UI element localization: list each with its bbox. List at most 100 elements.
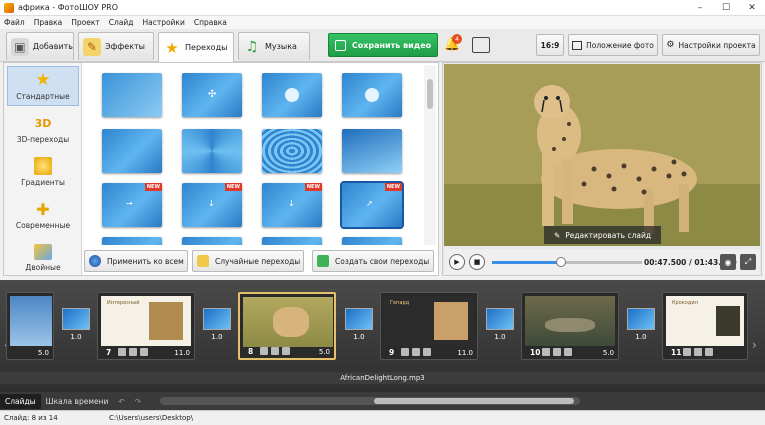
- edit-slide-button[interactable]: ✎ Редактировать слайд: [544, 226, 661, 244]
- apply-to-all-button[interactable]: Применить ко всем: [84, 250, 188, 272]
- audio-track[interactable]: AfricanDelightLong.mp3: [0, 372, 765, 384]
- stop-icon: ■: [473, 258, 481, 266]
- slides-timeline: ‹ › 5.0 1.0 Интересный 7 11.0 1.0 8 5.0 …: [0, 280, 765, 392]
- menu-slide[interactable]: Слайд: [109, 18, 134, 27]
- effects-palette-icon: ✎: [83, 37, 101, 56]
- transition-thumb[interactable]: [182, 129, 242, 173]
- transition-thumb[interactable]: [102, 237, 162, 245]
- close-button[interactable]: ✕: [739, 0, 765, 16]
- category-label: 3D-переходы: [16, 135, 70, 144]
- tab-add[interactable]: ▣ Добавить: [6, 32, 74, 60]
- transition-slot[interactable]: 1.0: [203, 308, 231, 344]
- apply-to-all-label: Применить ко всем: [107, 256, 184, 266]
- double-icon: [34, 244, 52, 260]
- menu-bar: Файл Правка Проект Слайд Настройки Справ…: [0, 16, 765, 29]
- transition-thumb[interactable]: [262, 73, 322, 117]
- music-note-icon: ♫: [245, 38, 259, 55]
- slide-card[interactable]: Крокодил 11: [662, 292, 748, 360]
- transition-thumb[interactable]: [182, 237, 242, 245]
- play-button[interactable]: ▶: [449, 254, 465, 270]
- tab-transitions[interactable]: ★ Переходы: [158, 32, 234, 62]
- slide-card[interactable]: Гепард 9 11.0: [380, 292, 478, 360]
- stop-button[interactable]: ■: [469, 254, 485, 270]
- tab-effects[interactable]: ✎ Эффекты: [78, 32, 154, 60]
- new-badge: NEW: [304, 183, 322, 191]
- menu-file[interactable]: Файл: [4, 18, 25, 27]
- photo-position-button[interactable]: Положение фото: [568, 34, 658, 56]
- transition-thumb-selected[interactable]: NEW ↗: [340, 181, 404, 229]
- tab-music[interactable]: ♫ Музыка: [238, 32, 310, 60]
- puzzle-icon: ✚: [36, 199, 50, 219]
- menu-edit[interactable]: Правка: [34, 18, 63, 27]
- menu-help[interactable]: Справка: [194, 18, 227, 27]
- save-icon: [334, 39, 346, 51]
- slide-card[interactable]: Интересный 7 11.0: [97, 292, 195, 360]
- transitions-scrollbar[interactable]: [424, 65, 436, 245]
- transition-thumb[interactable]: [102, 73, 162, 117]
- slide-duration: 5.0: [318, 348, 330, 356]
- 3d-icon: 3D: [34, 116, 52, 130]
- slide-duration: 5.0: [602, 349, 614, 357]
- slide-caption: Интересный: [107, 300, 140, 306]
- transition-slot[interactable]: 1.0: [486, 308, 514, 344]
- category-standard[interactable]: ★ Стандартные: [7, 66, 79, 106]
- aspect-ratio-button[interactable]: 16:9: [536, 34, 564, 56]
- fullscreen-icon[interactable]: ⤢: [740, 254, 756, 270]
- menu-project[interactable]: Проект: [71, 18, 100, 27]
- transition-thumb[interactable]: ✣: [182, 73, 242, 117]
- player-controls: ▶ ■ 00:47.500 / 01:43.500 ◉ ⤢: [444, 249, 760, 275]
- slide-card[interactable]: 5.0: [6, 292, 54, 360]
- undo-icon[interactable]: ↶: [113, 394, 129, 409]
- tab-slides[interactable]: Слайды: [0, 393, 41, 409]
- category-gradients[interactable]: Градиенты: [7, 152, 79, 192]
- slide-caption: Гепард: [390, 300, 410, 306]
- transition-thumb[interactable]: [102, 129, 162, 173]
- category-double[interactable]: Двойные: [7, 238, 79, 278]
- gear-icon: ⚙: [666, 40, 675, 50]
- photo-position-label: Положение фото: [586, 40, 654, 50]
- transition-thumb[interactable]: [342, 237, 402, 245]
- project-settings-button[interactable]: ⚙ Настройки проекта: [662, 34, 760, 56]
- project-path: C:\Users\users\Desktop\: [109, 414, 194, 422]
- redo-icon[interactable]: ↷: [130, 394, 146, 409]
- category-modern[interactable]: ✚ Современные: [7, 195, 79, 235]
- transition-thumb[interactable]: [342, 129, 402, 173]
- preview-image: ✎ Редактировать слайд: [444, 64, 760, 246]
- category-3d[interactable]: 3D 3D-переходы: [7, 109, 79, 149]
- slide-number: 8: [248, 347, 254, 356]
- transition-slot[interactable]: 1.0: [62, 308, 90, 344]
- save-video-button[interactable]: Сохранить видео: [328, 33, 438, 57]
- seek-knob[interactable]: [556, 257, 566, 267]
- scroll-right-icon[interactable]: ›: [752, 338, 757, 352]
- tab-timeline[interactable]: Шкала времени: [41, 394, 114, 409]
- magic-wand-icon: [197, 255, 209, 267]
- slide-card[interactable]: 10 5.0: [521, 292, 619, 360]
- globe-icon: [89, 255, 101, 267]
- snapshot-icon[interactable]: ◉: [720, 254, 736, 270]
- notification-badge: 4: [452, 34, 462, 44]
- transition-thumb[interactable]: [342, 73, 402, 117]
- timeline-scrollbar[interactable]: [160, 397, 580, 405]
- edit-slide-label: Редактировать слайд: [565, 230, 652, 240]
- transition-thumb[interactable]: NEW ↓: [182, 183, 242, 227]
- create-own-transitions-button[interactable]: Создать свои переходы: [312, 250, 434, 272]
- transition-slot[interactable]: 1.0: [345, 308, 373, 344]
- transition-thumb[interactable]: [262, 129, 322, 173]
- menu-settings[interactable]: Настройки: [142, 18, 184, 27]
- star-icon: ★: [165, 38, 179, 57]
- transition-thumb[interactable]: [262, 237, 322, 245]
- slideshow-icon[interactable]: [472, 37, 490, 53]
- category-label: Двойные: [25, 263, 61, 272]
- add-icon: [317, 255, 329, 267]
- transition-thumb[interactable]: NEW →: [102, 183, 162, 227]
- save-video-label: Сохранить видео: [351, 40, 432, 50]
- transition-thumb[interactable]: NEW ↓: [262, 183, 322, 227]
- project-settings-label: Настройки проекта: [678, 40, 756, 50]
- minimize-button[interactable]: –: [687, 0, 713, 16]
- maximize-button[interactable]: ☐: [713, 0, 739, 16]
- slide-card-current[interactable]: 8 5.0: [238, 292, 336, 360]
- cheetah-photo: [444, 64, 760, 246]
- transition-slot[interactable]: 1.0: [627, 308, 655, 344]
- random-transitions-button[interactable]: Случайные переходы: [192, 250, 304, 272]
- slide-counter: Слайд: 8 из 14: [4, 414, 58, 422]
